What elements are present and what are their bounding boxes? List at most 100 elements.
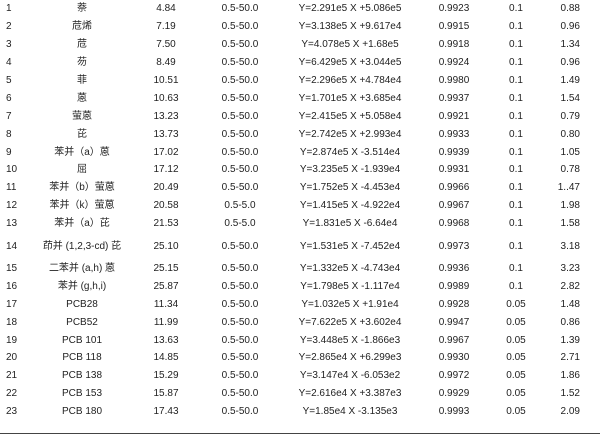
rsd-value: 0.79 [560, 110, 580, 122]
linear-range: 0.5-50.0 [221, 75, 259, 86]
rsd-value: 0.88 [560, 3, 580, 15]
regression-equation: Y=2.296e5 X +4.784e4 [298, 75, 402, 86]
correlation-coefficient: 0.9973 [438, 240, 470, 252]
compound-name: PCB 153 [61, 388, 103, 400]
linear-range: 0.5-50.0 [221, 406, 259, 418]
table-row: 2 苊烯 7.19 0.5-50.0 Y=3.138e5 X +9.617e4 0.991… [0, 18, 600, 36]
detection-limit: 0.1 [509, 21, 523, 33]
retention-time: 17.02 [153, 146, 179, 158]
rsd-value: 2.82 [560, 280, 580, 292]
row-index: 16 [6, 280, 18, 292]
rsd-value: 1.98 [560, 200, 580, 212]
compound-name: 苯并（a）蒽 [54, 146, 110, 158]
compound-name: 芘 [77, 128, 87, 140]
compound-name: PCB52 [66, 316, 98, 328]
correlation-coefficient: 0.9966 [438, 182, 470, 194]
linear-range: 0.5-50.0 [221, 57, 259, 69]
row-index: 8 [6, 128, 12, 140]
linear-range: 0.5-50.0 [221, 3, 259, 15]
row-index: 18 [6, 316, 18, 328]
row-index: 2 [6, 21, 12, 33]
row-index: 3 [6, 39, 12, 51]
row-index: 21 [6, 370, 18, 382]
row-index: 14 [6, 240, 18, 252]
row-index: 7 [6, 110, 12, 122]
rsd-value: 0.96 [560, 57, 580, 69]
linear-range: 0.5-50.0 [221, 298, 259, 310]
linear-range: 0.5-5.0 [224, 200, 256, 212]
retention-time: 14.85 [153, 352, 179, 364]
detection-limit: 0.05 [506, 316, 526, 328]
correlation-coefficient: 0.9928 [438, 298, 470, 310]
table-row: 21 PCB 138 15.29 0.5-50.0 Y=3.147e4 X -6.053… [0, 367, 600, 385]
rsd-value: 1.05 [560, 146, 580, 158]
correlation-coefficient: 0.9967 [438, 200, 470, 212]
correlation-coefficient: 0.9933 [438, 128, 470, 140]
retention-time: 17.12 [153, 164, 179, 176]
rsd-value: 0.78 [560, 164, 580, 176]
row-index: 9 [6, 146, 12, 158]
detection-limit: 0.1 [509, 240, 523, 252]
table-row: 17 PCB28 11.34 0.5-50.0 Y=1.032e5 X +1.91e4 0… [0, 295, 600, 313]
correlation-coefficient: 0.9939 [438, 146, 470, 158]
rsd-value: 2.09 [560, 406, 580, 418]
detection-limit: 0.05 [506, 298, 526, 310]
correlation-coefficient: 0.9989 [438, 280, 470, 292]
correlation-coefficient: 0.9921 [438, 110, 470, 122]
detection-limit: 0.05 [506, 406, 526, 418]
regression-equation: Y=3.147e4 X -6.053e2 [299, 370, 401, 382]
rsd-value: 2.71 [560, 352, 580, 364]
regression-equation: Y=1.332e5 X -4.743e4 [299, 263, 401, 275]
detection-limit: 0.1 [509, 263, 523, 275]
rsd-value: 0.96 [560, 21, 580, 33]
table-row: 9 苯并（a）蒽 17.02 0.5-50.0 Y=2.874e5 X -3.514e4… [0, 143, 600, 161]
rsd-value: 1.49 [560, 75, 580, 86]
rsd-value: 1.39 [560, 334, 580, 346]
linear-range: 0.5-50.0 [221, 334, 259, 346]
retention-time: 10.63 [153, 92, 179, 104]
rsd-value: 1.52 [560, 388, 580, 400]
linear-range: 0.5-50.0 [221, 280, 259, 292]
compound-name: PCB 118 [62, 352, 102, 364]
table-row: 19 PCB 101 13.63 0.5-50.0 Y=3.448e5 X -1.866… [0, 331, 600, 349]
rsd-value: 1..47 [557, 182, 580, 194]
rsd-value: 0.80 [560, 128, 580, 140]
detection-limit: 0.1 [509, 182, 523, 194]
regression-equation: Y=2.874e5 X -3.514e4 [299, 146, 401, 158]
compound-name: 苊 [77, 39, 87, 51]
linear-range: 0.5-50.0 [221, 316, 259, 328]
regression-equation: Y=1.752e5 X -4.453e4 [299, 182, 401, 194]
linear-range: 0.5-50.0 [221, 39, 259, 51]
row-index: 20 [6, 352, 18, 364]
detection-limit: 0.1 [509, 280, 523, 292]
compound-name: 二苯并 (a,h) 蒽 [48, 263, 116, 275]
table-row: 6 蒽 10.63 0.5-50.0 Y=1.701e5 X +3.685e4 0.993… [0, 89, 600, 107]
regression-equation: Y=1.415e5 X -4.922e4 [299, 200, 401, 212]
detection-limit: 0.05 [506, 334, 526, 346]
table-row: 18 PCB52 11.99 0.5-50.0 Y=7.622e5 X +3.602e4… [0, 313, 600, 331]
table-row: 10 屈 17.12 0.5-50.0 Y=3.235e5 X -1.939e4 0.99… [0, 161, 600, 179]
correlation-coefficient: 0.9968 [438, 218, 470, 230]
retention-time: 25.87 [153, 280, 179, 292]
linear-range: 0.5-50.0 [221, 240, 259, 252]
correlation-coefficient: 0.9931 [438, 164, 470, 176]
retention-time: 20.58 [153, 200, 179, 212]
correlation-coefficient: 0.9915 [438, 21, 470, 33]
detection-limit: 0.1 [509, 3, 523, 15]
compound-name: 屈 [77, 164, 87, 176]
rsd-value: 1.86 [560, 370, 580, 382]
regression-equation: Y=2.616e4 X +3.387e3 [298, 388, 402, 400]
row-index: 15 [6, 263, 18, 275]
regression-equation: Y=1.831e5 X -6.64e4 [302, 218, 398, 230]
correlation-coefficient: 0.9929 [438, 388, 470, 400]
compound-name: 萘 [77, 3, 87, 15]
retention-time: 13.73 [153, 128, 179, 140]
regression-equation: Y=2.865e4 X +6.299e3 [298, 352, 402, 364]
correlation-coefficient: 0.9930 [438, 352, 470, 364]
compound-name: 苯并（k）萤蒽 [49, 200, 115, 212]
detection-limit: 0.1 [509, 146, 523, 158]
detection-limit: 0.1 [509, 128, 523, 140]
correlation-coefficient: 0.9918 [438, 39, 470, 51]
linear-range: 0.5-50.0 [221, 182, 259, 194]
linear-range: 0.5-50.0 [221, 263, 259, 275]
